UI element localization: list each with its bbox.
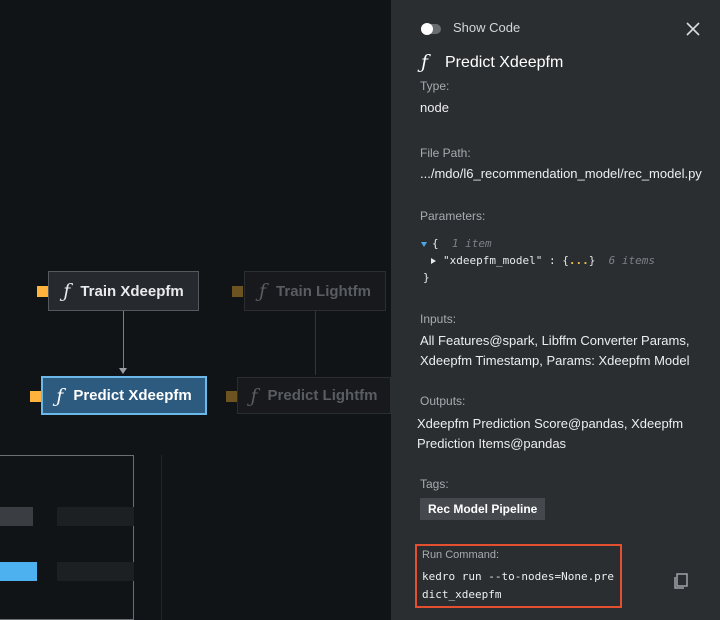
node-train-lightfm[interactable]: ƒ Train Lightfm [244,271,386,311]
minimap[interactable] [0,455,134,620]
minimap-node [57,507,134,526]
expand-toggle-icon[interactable] [431,258,436,264]
show-code-label[interactable]: Show Code [453,20,520,35]
toggle-knob [421,23,433,35]
run-command-text[interactable]: kedro run --to-nodes=None.predict_xdeepf… [422,568,618,604]
node-train-xdeepfm[interactable]: ƒ Train Xdeepfm [48,271,199,311]
type-value: node [420,100,449,115]
parameter-marker [226,391,237,402]
parameter-marker [232,286,243,297]
node-predict-lightfm[interactable]: ƒ Predict Lightfm [237,377,391,414]
function-icon: ƒ [258,280,267,302]
minimap-gutter [134,455,162,620]
minimap-node [0,507,33,526]
item-count: 6 items [608,254,655,267]
function-icon: ƒ [56,384,64,407]
file-path-value: .../mdo/l6_recommendation_model/rec_mode… [420,166,702,181]
edge-arrowhead [119,368,127,374]
parameters-label: Parameters: [420,209,486,223]
json-key: "xdeepfm_model" [443,254,543,267]
panel-title: Predict Xdeepfm [445,54,564,71]
function-icon: ƒ [63,280,71,302]
outputs-value: Xdeepfm Prediction Score@pandas, Xdeepfm… [417,416,684,451]
minimap-node [57,562,134,581]
close-icon[interactable] [685,21,701,37]
parameters-json-entry[interactable]: "xdeepfm_model" : {...} 6 items [431,254,655,267]
outputs-label: Outputs: [420,394,466,408]
edge-train-to-predict [123,311,124,373]
pipeline-canvas[interactable]: ƒ Train Xdeepfm ƒ Train Lightfm ƒ Predic… [0,0,391,620]
edge-lightfm-faded [315,311,316,375]
parameters-json-close: } [423,271,430,284]
item-count: 1 item [451,237,492,250]
parameter-marker [37,286,48,297]
metadata-panel: Show Code ƒ Predict Xdeepfm Type: node F… [391,0,720,620]
copy-icon[interactable] [671,571,691,591]
show-code-toggle[interactable] [421,23,441,35]
parameter-marker [30,391,41,402]
minimap-node-selected [0,562,37,581]
node-label: Predict Lightfm [267,387,378,404]
type-label: Type: [420,79,450,93]
tag-badge[interactable]: Rec Model Pipeline [420,498,546,520]
json-ellipsis[interactable]: ... [569,254,589,267]
function-icon: ƒ [250,384,258,407]
node-label: Train Lightfm [276,282,372,300]
run-command-label: Run Command: [422,549,500,561]
inputs-label: Inputs: [420,312,457,326]
tags-label: Tags: [420,477,449,491]
file-path-label: File Path: [420,146,471,160]
function-icon: ƒ [421,51,429,73]
run-command-box: Run Command: kedro run --to-nodes=None.p… [415,544,622,608]
inputs-value: All Features@spark, Libffm Converter Par… [420,333,690,368]
node-predict-xdeepfm[interactable]: ƒ Predict Xdeepfm [41,376,207,415]
node-label: Predict Xdeepfm [73,387,192,404]
node-label: Train Xdeepfm [80,282,184,300]
parameters-json-root[interactable]: { 1 item [421,237,492,250]
collapse-toggle-icon[interactable] [421,241,427,247]
